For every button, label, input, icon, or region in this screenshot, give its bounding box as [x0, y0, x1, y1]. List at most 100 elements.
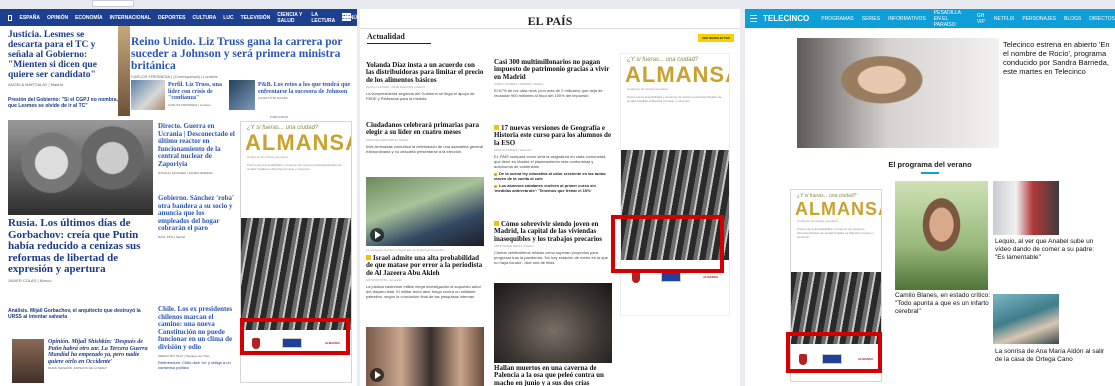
headline[interactable]: Reino Unido. Liz Truss gana la carrera p… [131, 36, 353, 72]
opinion-photo[interactable] [12, 339, 44, 383]
article-photo-video[interactable] [366, 177, 484, 246]
elpais-logo[interactable]: EL PAÍS [360, 14, 740, 29]
hero-photo[interactable] [797, 38, 999, 148]
nav-item[interactable]: LA LECTURA [311, 12, 335, 24]
direct-story[interactable]: Directo. Guerra en Ucrania | Desconectad… [158, 122, 236, 175]
truss-photo[interactable] [131, 80, 165, 110]
related-link[interactable]: Presión del Gobierno: "Si el CGPJ no nom… [8, 97, 118, 109]
nav-item[interactable]: LUC [223, 15, 233, 21]
nav-item[interactable]: CULTURA [192, 15, 216, 21]
gorbachov-photo[interactable] [8, 120, 153, 215]
byline: JAVIER COLÁS | Moscú [8, 277, 52, 283]
headline[interactable]: Hallan muertos en una caverna de Palenci… [494, 364, 612, 386]
pb-photo[interactable] [229, 80, 255, 110]
headline[interactable]: P&B. Los retos a los que tendrá que enfr… [258, 82, 353, 95]
lead-russia[interactable]: Rusia. Los últimos días de Gorbachov: cr… [8, 217, 153, 320]
newsletter-button[interactable]: VER NEWSLETTER [698, 34, 734, 42]
headline[interactable]: Opinión. Mijaíl Shishkin: 'Después de Pu… [48, 339, 153, 365]
card3-title[interactable]: La sonrisa de Ana María Aldón al salir d… [995, 348, 1105, 364]
article-osa[interactable]: Hallan muertos en una caverna de Palenci… [494, 364, 612, 386]
nav-item[interactable]: INFORMATIVOS [888, 16, 926, 22]
article-israel[interactable]: Israel admite una alta probabilidad de q… [366, 254, 484, 299]
nav-item[interactable]: ESPAÑA [19, 15, 39, 21]
byline: ANTONIO PITA | Jerusalén [366, 278, 403, 283]
headline[interactable]: Casi 300 multimillonarios no pagan impue… [494, 58, 612, 81]
headline[interactable]: Cómo sobrevivir siendo joven en Madrid, … [494, 220, 602, 243]
article-geografia[interactable]: 17 nuevas versiones de Geografía e Histo… [494, 124, 612, 193]
article-photo-israel[interactable] [366, 327, 484, 386]
nav-item[interactable]: ECONOMÍA [75, 15, 103, 21]
menu-icon[interactable] [750, 15, 757, 22]
ad-brand: ALMANSA [625, 62, 729, 87]
nav-home-icon[interactable] [8, 14, 13, 21]
headline[interactable]: Perfil. Liz Truss, una líder con crisis … [168, 82, 226, 102]
nav-item[interactable]: CIENCIA Y SALUD [277, 12, 304, 24]
ad-label: PUBLICIDAD [270, 115, 289, 119]
opinion-story[interactable]: Opinión. Mijaíl Shishkin: 'Después de Pu… [48, 339, 153, 370]
nav-item[interactable]: PERSONAJES [1022, 16, 1056, 22]
nav-item[interactable]: PESADILLA EN EL PARAÍSO [934, 10, 969, 28]
nav-item[interactable]: NETFLIX [994, 16, 1015, 22]
elmundo-panel: ESPAÑA OPINIÓN ECONOMÍA INTERNACIONAL DE… [0, 9, 357, 386]
headline[interactable]: Yolanda Díaz insta a un acuerdo con las … [366, 61, 484, 84]
nav-item[interactable]: DEPORTES [158, 15, 186, 21]
related-link[interactable]: Análisis. Mijail Gorbachov, el arquitect… [8, 308, 153, 320]
headline[interactable]: Justicia. Lesmes se descarta para el TC … [8, 30, 118, 80]
headline[interactable]: 17 nuevas versiones de Geografía e Histo… [494, 124, 611, 147]
byline: PABLO OLMERA | MADRID | Madrid [494, 82, 544, 87]
nav-item[interactable]: PROGRAMAS [821, 16, 854, 22]
almansa-ad[interactable]: ¿Y si fueras... una ciudad? ALMANSA ciud… [620, 53, 730, 316]
related-link[interactable]: De la nueva ley educativa al calor creci… [494, 171, 606, 181]
chile-story[interactable]: Chile. Los ex presidentes chilenos marca… [158, 305, 236, 370]
play-icon[interactable] [370, 228, 384, 242]
card2-photo[interactable] [993, 181, 1059, 235]
nav-item[interactable]: OPINIÓN [47, 15, 68, 21]
card3-photo[interactable] [993, 294, 1059, 344]
hero-text[interactable]: Telecinco estrena en abierto 'En el nomb… [1003, 40, 1111, 76]
related-link[interactable]: Los alumnos catalanes vuelven al primer … [494, 183, 596, 193]
photo-caption: La consejera Carmen Ortega Hita, en la g… [366, 248, 445, 252]
ad-body: Premio de la accesibilidad y comercio de… [627, 95, 722, 103]
nav-item[interactable]: GH VIP [977, 13, 986, 25]
headline[interactable]: Rusia. Los últimos días de Gorbachov: cr… [8, 217, 153, 276]
lead-justicia[interactable]: Justicia. Lesmes se descarta para el TC … [8, 30, 118, 109]
section-title[interactable]: Actualidad [367, 32, 405, 41]
gob-story[interactable]: Gobierno. Sánchez 'roba' otra bandera a … [158, 194, 236, 239]
byline: CARLOS FRESNEDA | Londres [168, 102, 211, 107]
ad-footer-label: ALMANSA [703, 275, 719, 279]
telecinco-panel: TELECINCO PROGRAMAS SERIES INFORMATIVOS … [745, 9, 1115, 386]
play-icon[interactable] [370, 368, 384, 382]
card1-photo[interactable] [895, 181, 988, 290]
article-madrid-jovenes[interactable]: Cómo sobrevivir siendo joven en Madrid, … [494, 220, 612, 265]
byline: SEBASTIÁN TEST | Santiago de Chile [158, 353, 210, 358]
nav-item[interactable]: TELEVISIÓN [241, 15, 271, 21]
headline[interactable]: Gobierno. Sánchez 'roba' otra bandera a … [158, 194, 236, 233]
sticky-label [92, 0, 134, 7]
card2-title[interactable]: Lequio, al ver que Anabel sube un vídeo … [995, 238, 1105, 262]
lead-uk[interactable]: Reino Unido. Liz Truss gana la carrera p… [131, 36, 353, 79]
byline: CRISTIANÁN REINA | Madrid [494, 244, 534, 249]
byline: PAULA CHOUZA | JOSÉ MARCOS | Madrid [366, 85, 425, 90]
highlight-box [786, 332, 882, 373]
article-ciudadanos[interactable]: Ciudadanos celebrará primarias para eleg… [366, 121, 484, 153]
bullet-icon [494, 172, 497, 176]
headline[interactable]: Ciudadanos celebrará primarias para eleg… [366, 121, 484, 137]
telecinco-logo[interactable]: TELECINCO [763, 14, 809, 23]
elmundo-nav: ESPAÑA OPINIÓN ECONOMÍA INTERNACIONAL DE… [0, 9, 357, 26]
article-yolanda[interactable]: Yolanda Díaz insta a un acuerdo con las … [366, 61, 484, 101]
nav-item[interactable]: BLOGS [1064, 16, 1081, 22]
truss-profile[interactable]: Perfil. Liz Truss, una líder con crisis … [168, 82, 226, 107]
headline[interactable]: Directo. Guerra en Ucrania | Desconectad… [158, 122, 236, 169]
related-link[interactable]: Referéndum. Chile dice 'no' y obliga a u… [158, 360, 236, 370]
nav-item[interactable]: DIRECTOS [1089, 16, 1115, 22]
byline: ROSALÍA SÁNCHEZ | JAVIER MORENA [158, 170, 213, 175]
article-multimillonarios[interactable]: Casi 300 multimillonarios no pagan impue… [494, 58, 612, 98]
headline[interactable]: Chile. Los ex presidentes chilenos marca… [158, 305, 236, 352]
nav-item[interactable]: SERIES [862, 16, 880, 22]
card1-title[interactable]: Camilo Blanes, en estado crítico: "Todo … [895, 292, 991, 316]
nav-item[interactable]: INTERNACIONAL [110, 15, 151, 21]
pb-story[interactable]: P&B. Los retos a los que tendrá que enfr… [258, 82, 353, 100]
menu-icon[interactable] [342, 13, 351, 21]
headline[interactable]: Israel admite una alta probabilidad de q… [366, 254, 482, 277]
article-photo-osa[interactable] [494, 283, 612, 363]
